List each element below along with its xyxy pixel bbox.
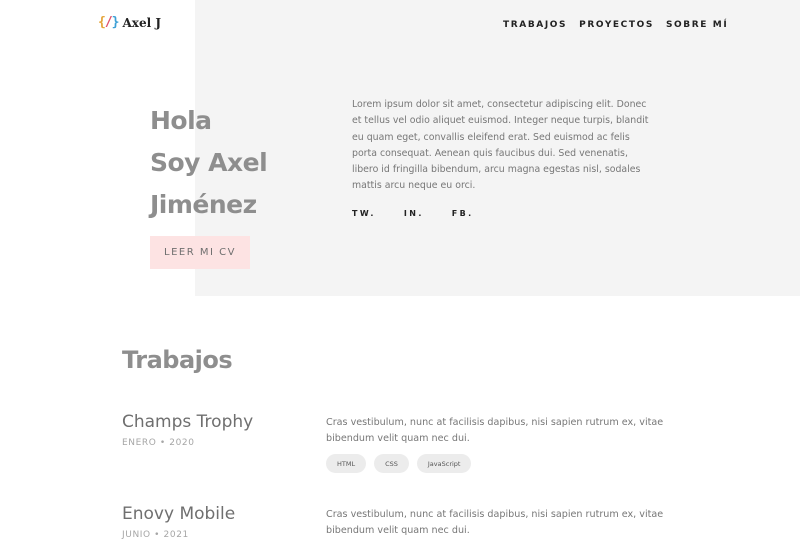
tag-badge: CSS — [374, 454, 409, 473]
work-description: Cras vestibulum, nunc at facilisis dapib… — [326, 509, 664, 536]
nav-item-proyectos[interactable]: PROYECTOS — [579, 20, 654, 30]
site-logo[interactable]: {/} Axel J — [98, 15, 161, 30]
hero-title-line: Jiménez — [150, 190, 257, 219]
main-nav: TRABAJOS PROYECTOS SOBRE MÍ — [503, 20, 728, 30]
nav-item-trabajos[interactable]: TRABAJOS — [503, 20, 567, 30]
tag-badge: HTML — [326, 454, 367, 473]
read-cv-button[interactable]: LEER MI CV — [150, 236, 250, 269]
work-date: JUNIO • 2021 — [122, 530, 189, 539]
tag-badge: JavaScript — [416, 454, 472, 473]
work-tags: HTML CSS JavaScript — [326, 454, 472, 473]
hero-title-line: Hola — [150, 106, 212, 135]
work-title[interactable]: Champs Trophy — [122, 412, 253, 432]
social-link-facebook[interactable]: FB. — [452, 209, 474, 218]
works-section-title: Trabajos — [122, 346, 233, 374]
nav-item-sobre-mi[interactable]: SOBRE MÍ — [666, 20, 728, 30]
social-link-twitter[interactable]: TW. — [352, 209, 376, 218]
work-date: ENERO • 2020 — [122, 438, 195, 448]
social-links: TW. IN. FB. — [352, 209, 474, 218]
social-link-instagram[interactable]: IN. — [404, 209, 424, 218]
logo-text: Axel J — [122, 15, 161, 30]
code-brackets-icon: {/} — [98, 15, 119, 30]
hero-title-line: Soy Axel — [150, 148, 268, 177]
hero-title: Hola Soy Axel Jiménez — [150, 100, 340, 226]
work-title[interactable]: Enovy Mobile — [122, 504, 235, 524]
hero-description: Lorem ipsum dolor sit amet, consectetur … — [352, 99, 649, 192]
work-description: Cras vestibulum, nunc at facilisis dapib… — [326, 417, 664, 444]
